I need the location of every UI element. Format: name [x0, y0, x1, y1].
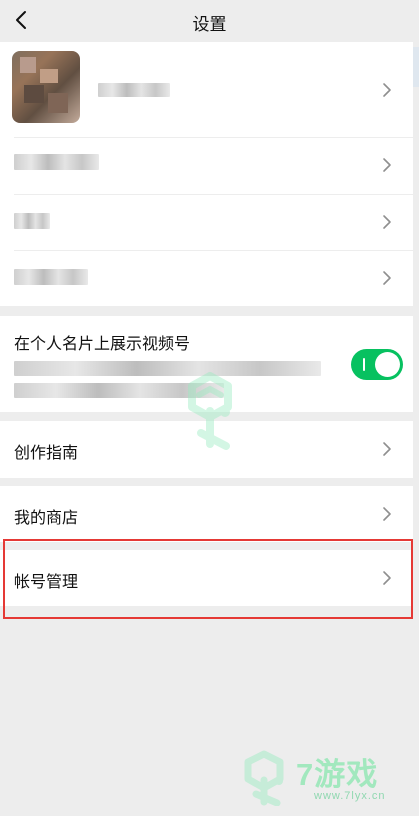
my-store-row[interactable]: 我的商店 [0, 486, 413, 542]
blurred-text [14, 154, 99, 170]
avatar [12, 51, 80, 123]
account-management-row[interactable]: 帐号管理 [0, 550, 413, 606]
chevron-right-icon [383, 271, 391, 285]
navigation-bar: 设置 [0, 0, 419, 41]
chevron-right-icon [383, 507, 391, 521]
watermark-url: www.7lyx.cn [314, 790, 386, 802]
chevron-right-icon [383, 83, 391, 97]
watermark-logo-icon [244, 750, 284, 806]
my-store-label: 我的商店 [14, 510, 79, 527]
chevron-right-icon [383, 442, 391, 456]
toggle-knob [375, 352, 400, 377]
video-channel-display-label: 在个人名片上展示视频号 [14, 336, 191, 353]
blurred-text [14, 269, 88, 285]
chevron-right-icon [383, 571, 391, 585]
watermark-logo-icon [188, 372, 232, 450]
creation-guide-label: 创作指南 [14, 445, 79, 462]
chevron-right-icon [383, 158, 391, 172]
account-management-label: 帐号管理 [14, 574, 79, 591]
profile-card [0, 42, 413, 306]
watermark-brand: 7游戏 [296, 757, 379, 792]
page-title: 设置 [192, 15, 227, 34]
blurred-setting-row[interactable] [0, 251, 413, 306]
profile-row[interactable] [0, 42, 413, 137]
blurred-text [14, 213, 50, 229]
blurred-name [98, 83, 170, 97]
blurred-setting-row[interactable] [0, 195, 413, 250]
video-channel-display-toggle[interactable] [351, 349, 403, 380]
toggle-on-mark [363, 358, 365, 371]
settings-page: 设置 在个人名片上展示视频号 创作指南 我的商店 帐号管理 7游戏 www.7l… [0, 0, 419, 816]
blurred-setting-row[interactable] [0, 138, 413, 194]
chevron-right-icon [383, 215, 391, 229]
blurred-description-line [14, 361, 321, 376]
